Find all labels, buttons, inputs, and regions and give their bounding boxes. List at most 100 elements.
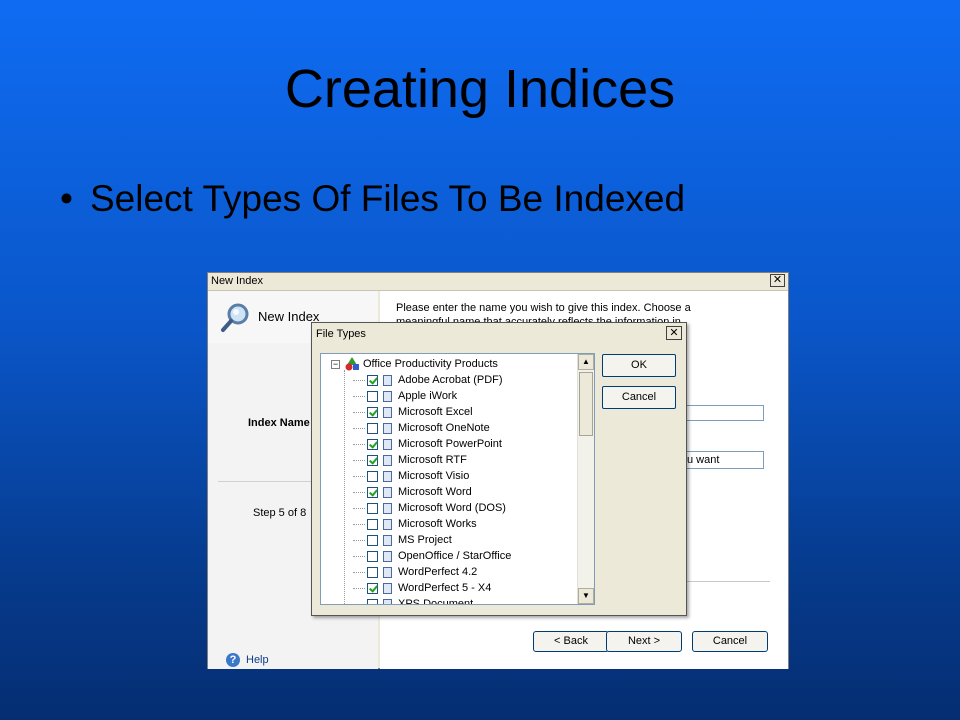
- file-type-checkbox[interactable]: [367, 566, 378, 578]
- ok-button[interactable]: OK: [602, 354, 676, 377]
- file-type-checkbox[interactable]: [367, 422, 378, 434]
- file-type-label: Apple iWork: [398, 390, 458, 402]
- back-button[interactable]: < Back: [533, 631, 609, 652]
- file-type-icon: [383, 438, 392, 450]
- tree-connector: [353, 491, 365, 493]
- file-type-label: WordPerfect 4.2: [398, 566, 478, 578]
- file-types-cancel-button[interactable]: Cancel: [602, 386, 676, 409]
- tree-connector: [353, 523, 365, 525]
- scroll-up-icon[interactable]: ▲: [578, 354, 594, 370]
- file-type-icon: [383, 454, 392, 466]
- file-type-icon: [383, 534, 392, 546]
- wizard-cancel-button[interactable]: Cancel: [692, 631, 768, 652]
- file-type-checkbox[interactable]: [367, 598, 378, 604]
- file-types-close-button[interactable]: ✕: [666, 326, 682, 340]
- file-type-icon: [383, 566, 392, 578]
- tree-connector: [353, 427, 365, 429]
- index-name-label: Index Name: [248, 417, 310, 429]
- next-button[interactable]: Next >: [606, 631, 682, 652]
- file-types-titlebar[interactable]: File Types ✕: [312, 323, 686, 345]
- tree-connector: [353, 379, 365, 381]
- file-type-checkbox[interactable]: [367, 502, 378, 514]
- tree-item[interactable]: WordPerfect 5 - X4: [353, 580, 491, 596]
- file-type-checkbox[interactable]: [367, 518, 378, 530]
- tree-scrollbar[interactable]: ▲ ▼: [577, 354, 594, 604]
- file-type-label: Microsoft PowerPoint: [398, 438, 502, 450]
- tree-connector: [353, 411, 365, 413]
- tree-item[interactable]: Microsoft Works: [353, 516, 477, 532]
- index-name-input[interactable]: [680, 405, 764, 421]
- file-type-checkbox[interactable]: [367, 486, 378, 498]
- office-products-icon: [345, 357, 359, 371]
- scroll-thumb[interactable]: [579, 372, 593, 436]
- file-type-icon: [383, 390, 392, 402]
- file-type-checkbox[interactable]: [367, 438, 378, 450]
- file-type-checkbox[interactable]: [367, 550, 378, 562]
- slide-title: Creating Indices: [284, 59, 676, 119]
- tree-connector: [353, 587, 365, 589]
- tree-item[interactable]: Microsoft Visio: [353, 468, 469, 484]
- tree-guide-line: [344, 370, 345, 604]
- collapse-icon[interactable]: −: [331, 359, 340, 369]
- tree-item[interactable]: Microsoft Excel: [353, 404, 473, 420]
- file-type-icon: [383, 422, 392, 434]
- file-type-checkbox[interactable]: [367, 454, 378, 466]
- tree-item[interactable]: Microsoft Word (DOS): [353, 500, 506, 516]
- file-type-label: OpenOffice / StarOffice: [398, 550, 512, 562]
- bullet-text: Select Types Of Files To Be Indexed: [90, 178, 686, 219]
- file-types-dialog: File Types ✕ − Office Productivity Produ…: [311, 322, 687, 616]
- tree-connector: [353, 475, 365, 477]
- tree-connector: [353, 603, 365, 604]
- wizard-titlebar[interactable]: New Index ✕: [208, 273, 788, 291]
- file-type-label: Microsoft Visio: [398, 470, 470, 482]
- step-indicator: Step 5 of 8: [253, 507, 307, 519]
- tree-item[interactable]: XPS Document: [353, 596, 474, 605]
- file-type-icon: [383, 486, 392, 498]
- tree-item[interactable]: Microsoft OneNote: [353, 420, 490, 436]
- file-type-icon: [383, 582, 392, 594]
- scroll-down-icon[interactable]: ▼: [578, 588, 594, 604]
- file-type-icon: [383, 518, 392, 530]
- tree-item[interactable]: MS Project: [353, 532, 452, 548]
- right-divider: [680, 581, 770, 582]
- file-types-title: File Types: [316, 328, 366, 340]
- file-type-checkbox[interactable]: [367, 470, 378, 482]
- tree-connector: [353, 395, 365, 397]
- file-type-checkbox[interactable]: [367, 406, 378, 418]
- tree-item[interactable]: WordPerfect 4.2: [353, 564, 477, 580]
- tree-item[interactable]: OpenOffice / StarOffice: [353, 548, 511, 564]
- file-type-label: Adobe Acrobat (PDF): [398, 374, 503, 386]
- tree-item[interactable]: Apple iWork: [353, 388, 457, 404]
- file-type-checkbox[interactable]: [367, 374, 378, 386]
- file-type-icon: [383, 470, 392, 482]
- file-type-icon: [383, 406, 392, 418]
- file-type-label: Microsoft RTF: [398, 454, 467, 466]
- index-description-input[interactable]: u want: [680, 451, 764, 469]
- file-type-label: Microsoft Works: [398, 518, 477, 530]
- file-type-label: Microsoft OneNote: [398, 422, 490, 434]
- slide-bullet: • Select Types Of Files To Be Indexed: [60, 178, 685, 220]
- tree-item[interactable]: Microsoft PowerPoint: [353, 436, 502, 452]
- magnifier-icon: [221, 303, 249, 332]
- tree-item[interactable]: Adobe Acrobat (PDF): [353, 372, 503, 388]
- file-type-checkbox[interactable]: [367, 390, 378, 402]
- file-types-tree[interactable]: − Office Productivity Products Adobe Acr…: [320, 353, 595, 605]
- help-link[interactable]: ? Help: [226, 653, 269, 667]
- file-type-label: Microsoft Excel: [398, 406, 473, 418]
- file-type-checkbox[interactable]: [367, 582, 378, 594]
- file-type-checkbox[interactable]: [367, 534, 378, 546]
- tree-item[interactable]: Microsoft Word: [353, 484, 472, 500]
- tree-root-node[interactable]: − Office Productivity Products: [331, 356, 498, 372]
- file-type-icon: [383, 502, 392, 514]
- file-type-label: Microsoft Word (DOS): [398, 502, 506, 514]
- file-type-label: WordPerfect 5 - X4: [398, 582, 492, 594]
- tree-item[interactable]: Microsoft RTF: [353, 452, 467, 468]
- bullet-marker: •: [60, 178, 73, 219]
- file-type-icon: [383, 374, 392, 386]
- tree-connector: [353, 507, 365, 509]
- wizard-window-title: New Index: [211, 275, 263, 287]
- file-type-label: XPS Document: [398, 598, 474, 605]
- tree-connector: [353, 443, 365, 445]
- help-label: Help: [246, 653, 269, 666]
- wizard-close-button[interactable]: ✕: [770, 274, 785, 287]
